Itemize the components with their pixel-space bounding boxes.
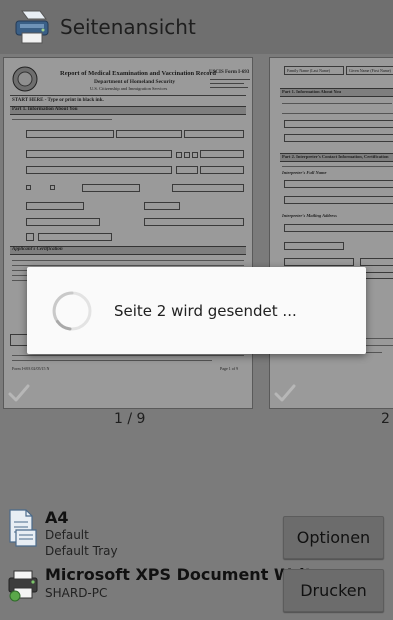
dialog-message: Seite 2 wird gesendet ...	[114, 301, 297, 320]
page-number-2: 2	[381, 411, 390, 427]
preview-page-1[interactable]: Report of Medical Examination and Vaccin…	[3, 57, 253, 409]
print-settings-panel: A4 Default Default Tray Microsoft XPS Do…	[0, 432, 393, 620]
start-here: START HERE - Type or print in black ink.	[12, 98, 104, 103]
action-bar: Seitenansicht	[0, 0, 393, 54]
checkmark-icon[interactable]	[7, 382, 31, 404]
page-title: Seitenansicht	[60, 15, 196, 39]
certification-header: Applicant's Certification	[10, 246, 246, 255]
printer-icon	[12, 7, 52, 47]
form-omb	[210, 78, 250, 88]
paper-size: A4	[45, 508, 69, 527]
page-footer-left: Form I-693 02/05/15 N	[12, 366, 50, 371]
preview-page-2[interactable]: Family Name (Last Name) Given Name (Firs…	[269, 57, 393, 409]
progress-dialog: Seite 2 wird gesendet ...	[27, 267, 366, 354]
part1-header: Part 1. Information About You	[280, 88, 393, 97]
interpreter-name-label: Interpreter's Full Name	[282, 170, 327, 175]
part2-header: Part 2. Interpreter's Contact Informatio…	[280, 153, 393, 162]
header-cell-1: Family Name (Last Name)	[287, 68, 330, 73]
page-number-1: 1 / 9	[114, 411, 146, 427]
paper-profile: Default	[45, 528, 89, 542]
part1-header: Part 1. Information About You	[10, 106, 246, 115]
document-size-icon	[6, 508, 40, 548]
print-preview[interactable]: Report of Medical Examination and Vaccin…	[0, 54, 393, 432]
checkmark-icon[interactable]	[273, 382, 297, 404]
seal-icon	[12, 66, 38, 92]
doc-title: Report of Medical Examination and Vaccin…	[60, 70, 216, 77]
doc-agency-sub: U.S. Citizenship and Immigration Service…	[90, 86, 168, 91]
printer-host: SHARD-PC	[45, 586, 108, 600]
interpreter-address-label: Interpreter's Mailing Address	[282, 213, 337, 218]
page-footer-right: Page 1 of 9	[220, 366, 239, 371]
form-id: USCIS Form I-693	[209, 70, 250, 75]
print-button[interactable]: Drucken	[283, 569, 384, 612]
loading-spinner-icon	[50, 289, 94, 333]
doc-agency: Department of Homeland Security	[94, 79, 176, 85]
options-button[interactable]: Optionen	[283, 516, 384, 559]
header-cell-2: Given Name (First Name)	[349, 68, 391, 73]
printer-icon	[6, 568, 40, 608]
paper-tray: Default Tray	[45, 544, 118, 558]
